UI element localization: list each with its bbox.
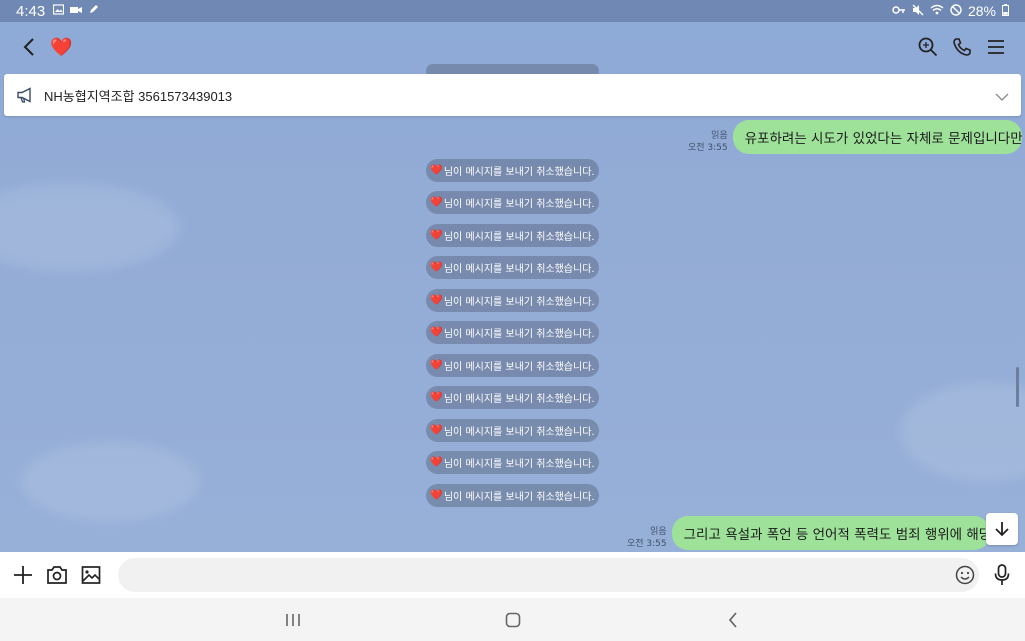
camera-icon: [47, 566, 67, 584]
heart-emoji: ❤️: [430, 360, 443, 371]
system-message: ❤️ 님이 메시지를 보내기 취소했습니다.: [426, 386, 599, 409]
notice-expand-button[interactable]: [995, 86, 1009, 105]
message-input-bar: [0, 552, 1025, 598]
menu-button[interactable]: [981, 32, 1011, 62]
system-message: ❤️ 님이 메시지를 보내기 취소했습니다.: [426, 354, 599, 377]
chat-title: ❤️: [50, 36, 73, 58]
status-right: 28%: [892, 3, 1009, 19]
heart-emoji: ❤️: [430, 165, 443, 176]
back-arrow-icon: [23, 38, 34, 56]
system-message-text: 님이 메시지를 보내기 취소했습니다.: [443, 329, 595, 340]
video-notification-icon: [70, 5, 83, 18]
image-icon: [81, 566, 101, 584]
notice-text: NH농협지역조합 3561573439013: [44, 88, 233, 104]
message-time: 오전 3:55: [627, 539, 667, 549]
heart-emoji: ❤️: [430, 327, 443, 338]
notice-banner[interactable]: NH농협지역조합 3561573439013: [4, 74, 1021, 116]
sent-message-bubble[interactable]: 유포하려는 시도가 있었다는 자체로 문제입니다만: [732, 120, 1022, 154]
mute-icon: [912, 4, 924, 19]
search-icon: [918, 37, 938, 57]
system-message: ❤️ 님이 메시지를 보내기 취소했습니다.: [426, 256, 599, 279]
message-meta: 읽음 오전 3:55: [688, 130, 728, 154]
sent-message-row: 읽음 오전 3:55 그리고 욕설과 폭언 등 언어적 폭력도 범죄 행위에 해…: [627, 516, 990, 550]
home-icon: [505, 612, 520, 627]
edit-notification-icon: [88, 4, 99, 18]
heart-emoji: ❤️: [430, 392, 443, 403]
plus-icon: [14, 566, 32, 584]
add-attachment-button[interactable]: [8, 560, 38, 590]
system-message-text: 님이 메시지를 보내기 취소했습니다.: [443, 427, 595, 438]
phone-icon: [953, 38, 971, 56]
back-button[interactable]: [14, 32, 44, 62]
voice-input-button[interactable]: [987, 560, 1017, 590]
arrow-down-icon: [995, 522, 1009, 537]
system-message: ❤️ 님이 메시지를 보내기 취소했습니다.: [426, 224, 599, 247]
header-actions: [913, 32, 1011, 62]
system-message-text: 님이 메시지를 보내기 취소했습니다.: [443, 394, 595, 405]
scroll-to-bottom-button[interactable]: [986, 513, 1018, 545]
system-message: ❤️ 님이 메시지를 보내기 취소했습니다.: [426, 159, 599, 182]
system-message-text: 님이 메시지를 보내기 취소했습니다.: [443, 492, 595, 503]
do-not-disturb-icon: [950, 3, 962, 19]
heart-emoji: ❤️: [430, 230, 443, 241]
system-navigation-bar: [0, 598, 1025, 641]
recent-apps-button[interactable]: [278, 605, 308, 635]
system-message: ❤️ 님이 메시지를 보내기 취소했습니다.: [426, 191, 599, 214]
battery-icon: [1002, 3, 1009, 19]
system-message: ❤️ 님이 메시지를 보내기 취소했습니다.: [426, 451, 599, 474]
heart-emoji: ❤️: [430, 197, 443, 208]
sent-message-bubble[interactable]: 그리고 욕설과 폭언 등 언어적 폭력도 범죄 행위에 해당합니다: [671, 516, 990, 550]
message-input[interactable]: [118, 558, 980, 592]
system-message: ❤️ 님이 메시지를 보내기 취소했습니다.: [426, 321, 599, 344]
heart-emoji: ❤️: [430, 262, 443, 273]
recent-apps-icon: [285, 613, 300, 626]
message-meta: 읽음 오전 3:55: [627, 526, 667, 550]
battery-level: 28%: [967, 3, 996, 19]
emoji-icon: [955, 565, 975, 585]
vpn-key-icon: [892, 4, 906, 18]
chevron-down-icon: [995, 93, 1009, 101]
heart-emoji: ❤️: [430, 490, 443, 501]
home-button[interactable]: [498, 605, 528, 635]
system-message: ❤️ 님이 메시지를 보내기 취소했습니다.: [426, 484, 599, 507]
chat-screen: 4:43 28% ❤️ NH농협지역조합 3561573439013 읽음 오전…: [0, 0, 1025, 641]
message-time: 오전 3:55: [688, 143, 728, 153]
system-message-text: 님이 메시지를 보내기 취소했습니다.: [443, 264, 595, 275]
gallery-button[interactable]: [76, 560, 106, 590]
system-message-text: 님이 메시지를 보내기 취소했습니다.: [443, 297, 595, 308]
read-receipt: 읽음: [650, 527, 667, 537]
system-message: ❤️ 님이 메시지를 보내기 취소했습니다.: [426, 289, 599, 312]
gallery-notification-icon: [53, 4, 65, 18]
heart-emoji: ❤️: [430, 425, 443, 436]
wifi-icon: [930, 4, 944, 18]
scrollbar-thumb[interactable]: [1016, 367, 1019, 407]
nav-back-icon: [728, 611, 737, 628]
system-message-text: 님이 메시지를 보내기 취소했습니다.: [443, 459, 595, 470]
system-message-text: 님이 메시지를 보내기 취소했습니다.: [443, 362, 595, 373]
read-receipt: 읽음: [711, 131, 728, 141]
system-message: ❤️ 님이 메시지를 보내기 취소했습니다.: [426, 419, 599, 442]
menu-icon: [988, 40, 1004, 54]
system-message-text: 님이 메시지를 보내기 취소했습니다.: [443, 199, 595, 210]
heart-emoji: ❤️: [430, 295, 443, 306]
sent-message-row: 읽음 오전 3:55 유포하려는 시도가 있었다는 자체로 문제입니다만: [688, 120, 1022, 154]
status-bar: 4:43 28%: [0, 0, 1025, 22]
camera-button[interactable]: [42, 560, 72, 590]
status-time: 4:43: [16, 2, 46, 20]
call-button[interactable]: [947, 32, 977, 62]
search-button[interactable]: [913, 32, 943, 62]
emoji-button[interactable]: [950, 560, 980, 590]
heart-emoji: ❤️: [430, 457, 443, 468]
system-message-text: 님이 메시지를 보내기 취소했습니다.: [443, 167, 595, 178]
system-message-text: 님이 메시지를 보내기 취소했습니다.: [443, 232, 595, 243]
input-tools: [8, 560, 106, 590]
megaphone-icon: [17, 87, 31, 103]
mic-icon: [994, 564, 1010, 585]
system-back-button[interactable]: [718, 605, 748, 635]
